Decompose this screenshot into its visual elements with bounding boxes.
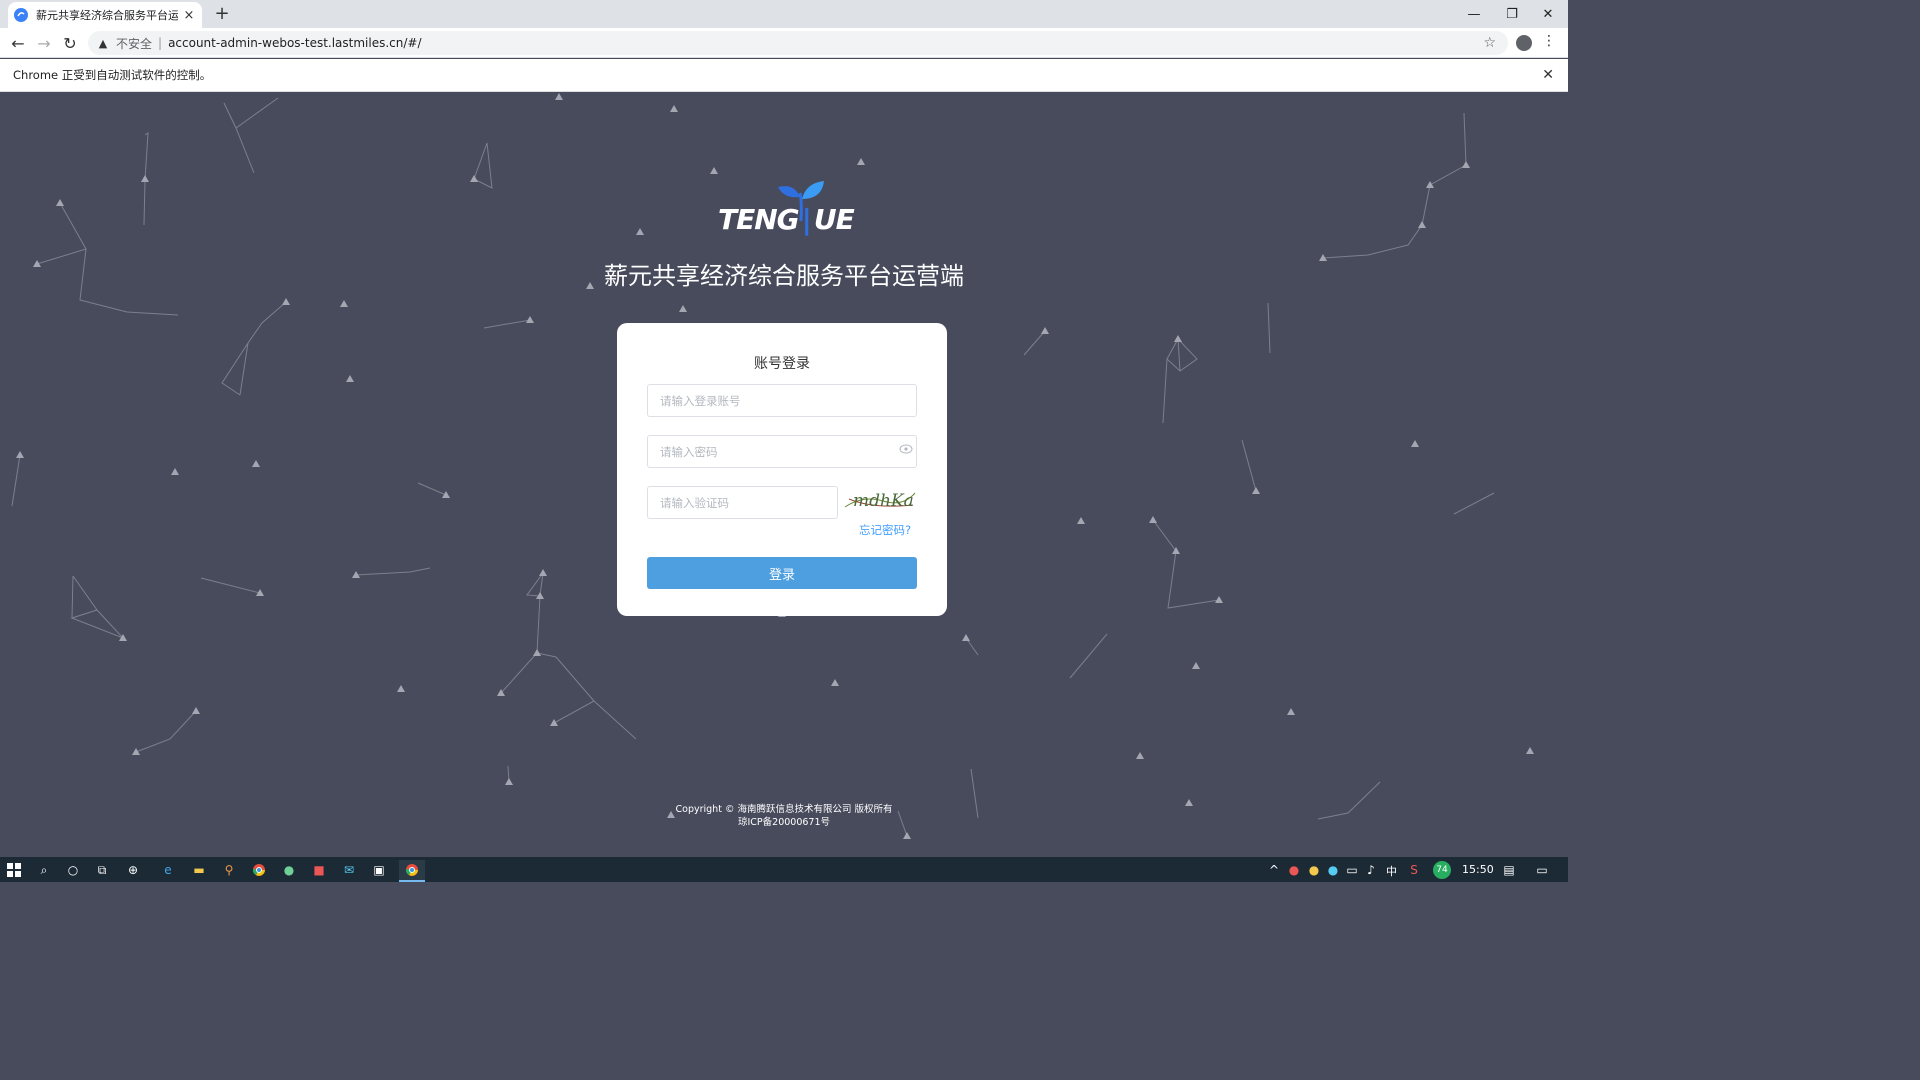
volume-icon[interactable]: ♪	[1361, 860, 1381, 880]
tray-badge[interactable]: 74	[1432, 860, 1452, 880]
minimize-button[interactable]: —	[1456, 0, 1492, 28]
captcha-input[interactable]	[647, 486, 838, 519]
address-bar[interactable]: ▲ 不安全 | account-admin-webos-test.lastmil…	[88, 31, 1508, 55]
bookmark-star-icon[interactable]: ☆	[1483, 35, 1496, 51]
browser-toolbar: ← → ↻ ▲ 不安全 | account-admin-webos-test.l…	[0, 28, 1568, 58]
wechat-icon[interactable]: ●	[279, 860, 299, 880]
search-tool-icon[interactable]: ⚲	[219, 860, 239, 880]
sogou-icon[interactable]: S	[1404, 860, 1424, 880]
captcha-image[interactable]: mdhKa	[843, 485, 917, 513]
notes-icon[interactable]: ▤	[1499, 860, 1519, 880]
captcha-text: mdhKa	[853, 491, 914, 511]
ime-indicator[interactable]: 中	[1386, 863, 1397, 879]
password-input[interactable]	[647, 435, 917, 468]
platform-title: 薪元共享经济综合服务平台运营端	[604, 262, 964, 290]
login-card: 账号登录 mdhKa 忘记密码? 登录	[617, 323, 947, 616]
copyright-text: Copyright © 海南腾跃信息技术有限公司 版权所有	[675, 804, 893, 815]
icp-text[interactable]: 琼ICP备20000671号	[0, 816, 1568, 829]
omnibox-separator: |	[158, 36, 163, 50]
restore-button[interactable]: ❐	[1494, 0, 1530, 28]
show-password-eye-icon[interactable]	[899, 444, 913, 454]
qq-icon[interactable]: ●	[1284, 860, 1304, 880]
footer: Copyright © 海南腾跃信息技术有限公司 版权所有 琼ICP备20000…	[0, 803, 1568, 829]
tab-title: 薪元共享经济综合服务平台运营端	[36, 9, 178, 22]
profile-avatar-icon[interactable]	[1516, 35, 1532, 51]
logo-text: TENG | UE	[718, 203, 855, 236]
search-icon[interactable]: ⌕	[34, 860, 54, 880]
tray-badge-count: 74	[1433, 861, 1451, 879]
chrome-icon[interactable]	[249, 860, 269, 880]
network-icon[interactable]: ▭	[1342, 860, 1362, 880]
bluetooth-icon[interactable]: ●	[1323, 860, 1343, 880]
automation-infobar: Chrome 正受到自动测试软件的控制。 ✕	[0, 59, 1568, 92]
window-close-button[interactable]: ✕	[1530, 0, 1566, 28]
chrome-active-icon[interactable]	[399, 860, 425, 882]
tab-bar: 薪元共享经济综合服务平台运营端 × + — ❐ ✕	[0, 0, 1568, 28]
tengyue-logo: TENG | UE	[700, 181, 860, 241]
tray-chevron-icon[interactable]: ^	[1264, 860, 1284, 880]
task-view-icon[interactable]: ⧉	[92, 860, 112, 880]
new-tab-button[interactable]: +	[212, 4, 232, 24]
edge-icon[interactable]: e	[158, 860, 178, 880]
back-button[interactable]: ←	[8, 33, 28, 53]
search-app-icon[interactable]: ⊕	[123, 860, 143, 880]
app-red-icon[interactable]: ■	[309, 860, 329, 880]
windows-taskbar: ⌕ ○ ⧉ ⊕ e ▬ ⚲ ● ■ ✉ ▣ ^ ● ● ● ▭ ♪ 中 S 74…	[0, 857, 1568, 882]
tab-close-icon[interactable]: ×	[182, 8, 196, 23]
reload-button[interactable]: ↻	[60, 33, 80, 53]
forgot-password-link[interactable]: 忘记密码?	[859, 522, 911, 538]
url-text[interactable]: account-admin-webos-test.lastmiles.cn/#/	[168, 36, 421, 50]
action-center-icon[interactable]: ▭	[1532, 860, 1552, 880]
cortana-icon[interactable]: ○	[63, 860, 83, 880]
browser-tab[interactable]: 薪元共享经济综合服务平台运营端 ×	[8, 2, 202, 28]
chrome-menu-icon[interactable]: ⋮	[1542, 33, 1556, 49]
infobar-text: Chrome 正受到自动测试软件的控制。	[13, 68, 212, 82]
clock[interactable]: 15:50	[1462, 863, 1494, 876]
pycharm-icon[interactable]: ▣	[369, 860, 389, 880]
forward-button[interactable]: →	[34, 33, 54, 53]
site-favicon-icon	[14, 8, 28, 22]
account-input[interactable]	[647, 384, 917, 417]
login-heading: 账号登录	[754, 356, 810, 372]
warning-icon[interactable]: ▲	[96, 37, 110, 50]
windows-start-icon[interactable]	[4, 860, 24, 880]
file-explorer-icon[interactable]: ▬	[189, 860, 209, 880]
security-label[interactable]: 不安全	[116, 35, 152, 52]
login-button[interactable]: 登录	[647, 557, 917, 589]
mail-icon[interactable]: ✉	[339, 860, 359, 880]
infobar-close-icon[interactable]: ✕	[1542, 67, 1554, 83]
tray-app-icon[interactable]: ●	[1304, 860, 1324, 880]
login-page: TENG|UE 薪元共享经济综合服务平台运营端 账号登录 mdhKa 忘记密码?…	[0, 93, 1568, 857]
